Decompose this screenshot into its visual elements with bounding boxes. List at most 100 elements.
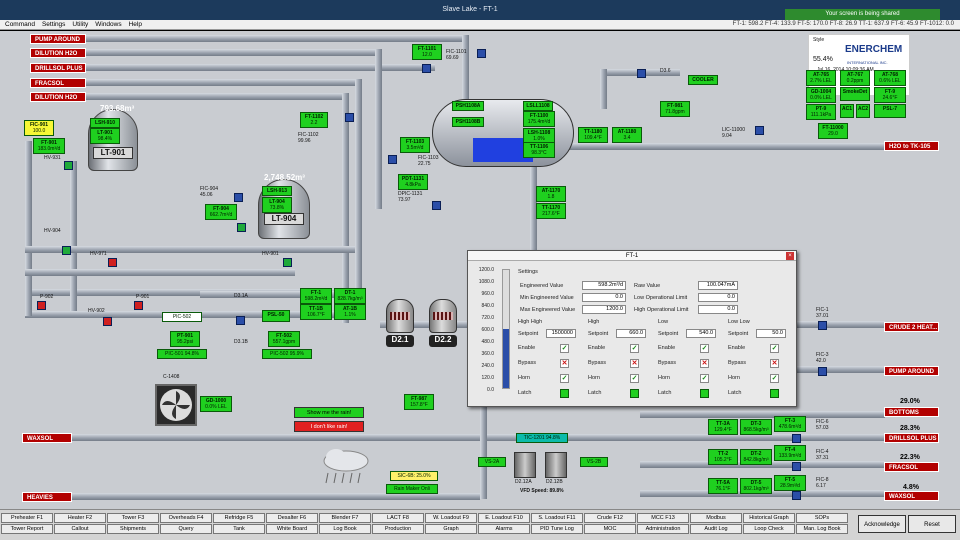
acknowledge-button[interactable]: Acknowledge — [858, 515, 906, 533]
source-fracsol[interactable]: FRACSOL — [30, 78, 86, 88]
tag-ft-502[interactable]: FT-502 557.1gpm — [268, 331, 300, 347]
alarm-checkbox[interactable]: ✓ — [700, 344, 709, 353]
tag-ft-904[interactable]: FT-904 662.7m³/d — [205, 204, 237, 220]
dest-drillsol-plus[interactable]: DRILLSOL PLUS — [884, 433, 939, 443]
pump-d2-12a[interactable] — [514, 452, 536, 478]
tag-tt-5a[interactable]: TT-5A 76.1°F — [708, 478, 738, 494]
sic-6b-bar[interactable]: SIC-6B: 25.0% — [390, 471, 438, 481]
tab-row1[interactable]: Historical Graph — [743, 513, 795, 523]
tag-psl-7[interactable]: PSL-7 — [874, 104, 906, 118]
tag-ft-1103[interactable]: FT-1103 3.5m³/d — [400, 137, 430, 153]
tag-ac1[interactable]: AC1 — [840, 104, 854, 118]
tab-row1[interactable]: LACT F8 — [372, 513, 424, 523]
heat-exchanger-d21[interactable] — [386, 299, 414, 333]
tag-pt-901[interactable]: PT-901 95.2psi — [170, 331, 200, 347]
heat-exchanger-d22[interactable] — [429, 299, 457, 333]
tab-row2[interactable]: Administration — [637, 524, 689, 534]
pic-501-bar[interactable]: PIC-501 94.8% — [157, 349, 207, 359]
valve[interactable] — [637, 69, 646, 78]
valve[interactable] — [422, 64, 431, 73]
dest-bottoms[interactable]: BOTTOMS — [884, 407, 939, 417]
tag-lsll-1108[interactable]: LSLL1108 — [523, 101, 553, 111]
vs-2b-label[interactable]: VS-2B — [580, 457, 608, 467]
valve[interactable] — [792, 491, 801, 500]
tag-gd-1000[interactable]: GD-1000 0.0% LEL — [200, 396, 232, 412]
show-rain-button[interactable]: Show me the rain! — [294, 407, 364, 418]
tag-tt-1170[interactable]: TT-1170 217.6°F — [536, 203, 566, 219]
eng-value-field[interactable]: 598.2m³/d — [582, 281, 626, 290]
alarm-checkbox[interactable]: ✕ — [630, 359, 639, 368]
tag-ft-987[interactable]: FT-987 157.8°F — [404, 394, 434, 410]
valve[interactable] — [64, 161, 73, 170]
valve[interactable] — [108, 258, 117, 267]
tag-ft-1100[interactable]: FT-1100 175.4m³/d — [523, 111, 555, 127]
reset-button[interactable]: Reset — [908, 515, 956, 533]
menu-utility[interactable]: Utility — [72, 20, 88, 30]
tag-ft-3[interactable]: FT-3 478.6m³/d — [774, 416, 806, 432]
tag-ac2[interactable]: AC2 — [856, 104, 870, 118]
source-dilution-h2o[interactable]: DILUTION H2O — [30, 48, 86, 58]
tab-row1[interactable]: S. Loadout F11 — [531, 513, 583, 523]
valve[interactable] — [792, 462, 801, 471]
tab-row1[interactable]: Refridge F5 — [213, 513, 265, 523]
tab-row2[interactable]: PID Tune Log — [531, 524, 583, 534]
tag-at-768[interactable]: AT-768 0.6% LEL — [874, 70, 906, 86]
tag-ft-901[interactable]: FT-901 183.0m³/d — [33, 138, 65, 154]
tag-tt-2[interactable]: TT-2 105.2°F — [708, 449, 738, 465]
tab-row1[interactable]: E. Loadout F10 — [478, 513, 530, 523]
tag-lsh-913[interactable]: LSH-913 — [262, 186, 292, 196]
source-drillsol-plus[interactable]: DRILLSOL PLUS — [30, 63, 86, 73]
alarm-checkbox[interactable]: ✓ — [770, 344, 779, 353]
ft1-dialog[interactable]: FT-1 × 1200.0 1080.0 960.0 840.0 720.0 600.0 4… — [467, 250, 797, 407]
tab-row2[interactable]: Log Book — [319, 524, 371, 534]
tab-row1[interactable]: Overheads F4 — [160, 513, 212, 523]
tab-row2[interactable]: Loop Check — [743, 524, 795, 534]
tag-lt-904[interactable]: LT-904 73.8% — [262, 197, 292, 213]
alarm-checkbox[interactable]: ✓ — [630, 344, 639, 353]
tag-tt-3a[interactable]: TT-3A 129.4°F — [708, 419, 738, 435]
tab-row2[interactable]: Alarms — [478, 524, 530, 534]
menu-windows[interactable]: Windows — [95, 20, 121, 30]
menu-settings[interactable]: Settings — [42, 20, 66, 30]
min-eng-field[interactable]: 0.0 — [582, 293, 626, 302]
alarm-checkbox[interactable]: ✕ — [560, 359, 569, 368]
setpoint-field[interactable]: 540.0 — [686, 329, 716, 338]
tab-row2[interactable]: Graph — [425, 524, 477, 534]
valve[interactable] — [283, 258, 292, 267]
fan-icon[interactable] — [155, 384, 197, 426]
tag-fic-901[interactable]: FIC-901 100.0 — [24, 120, 54, 136]
tab-row2[interactable]: Tower Report — [1, 524, 53, 534]
tab-row1[interactable]: W. Loadout F9 — [425, 513, 477, 523]
valve[interactable] — [237, 223, 246, 232]
tag-pt-9[interactable]: PT-9 111.1kPa — [806, 104, 836, 120]
tag-ft-9[interactable]: FT-9 24.6°F — [874, 87, 906, 103]
tag-at-1180[interactable]: AT-1180 3.4 — [612, 127, 642, 143]
tag-dt-2[interactable]: DT-2 842.8kg/m³ — [740, 449, 772, 465]
tab-row2[interactable]: Production — [372, 524, 424, 534]
valve[interactable] — [345, 113, 354, 122]
tag-ft-5[interactable]: FT-5 28.9m³/d — [774, 475, 806, 491]
tab-row2[interactable]: Callout — [54, 524, 106, 534]
tag-ft-4[interactable]: FT-4 133.9m³/d — [774, 445, 806, 461]
tag-tt-1b[interactable]: TT-1B 106.7°F — [300, 304, 332, 320]
tab-row1[interactable]: Crude F12 — [584, 513, 636, 523]
latch-indicator[interactable] — [560, 389, 569, 398]
tag-ft-1[interactable]: FT-1 598.2m³/d — [300, 288, 332, 304]
alarm-checkbox[interactable]: ✓ — [560, 374, 569, 383]
latch-indicator[interactable] — [630, 389, 639, 398]
dest-pump-around[interactable]: PUMP AROUND — [884, 366, 939, 376]
tab-row1[interactable]: Desalter F6 — [266, 513, 318, 523]
tab-row2[interactable]: Query — [160, 524, 212, 534]
valve[interactable] — [818, 321, 827, 330]
valve[interactable] — [477, 49, 486, 58]
tab-row1[interactable]: Tower F3 — [107, 513, 159, 523]
tag-dt-3[interactable]: DT-3 868.5kg/m³ — [740, 419, 772, 435]
tab-row1[interactable]: Blender F7 — [319, 513, 371, 523]
dont-like-rain-button[interactable]: I don't like rain! — [294, 421, 364, 432]
tag-tt-1106[interactable]: TT-1106 98.3°C — [523, 142, 555, 158]
pump-d2-12b[interactable] — [545, 452, 567, 478]
tag-cooler[interactable]: COOLER — [688, 75, 718, 85]
pic-502-bar[interactable]: PIC-502 95.9% — [262, 349, 312, 359]
tab-row1[interactable]: MCC F13 — [637, 513, 689, 523]
dest-waxsol[interactable]: WAXSOL — [884, 491, 939, 501]
